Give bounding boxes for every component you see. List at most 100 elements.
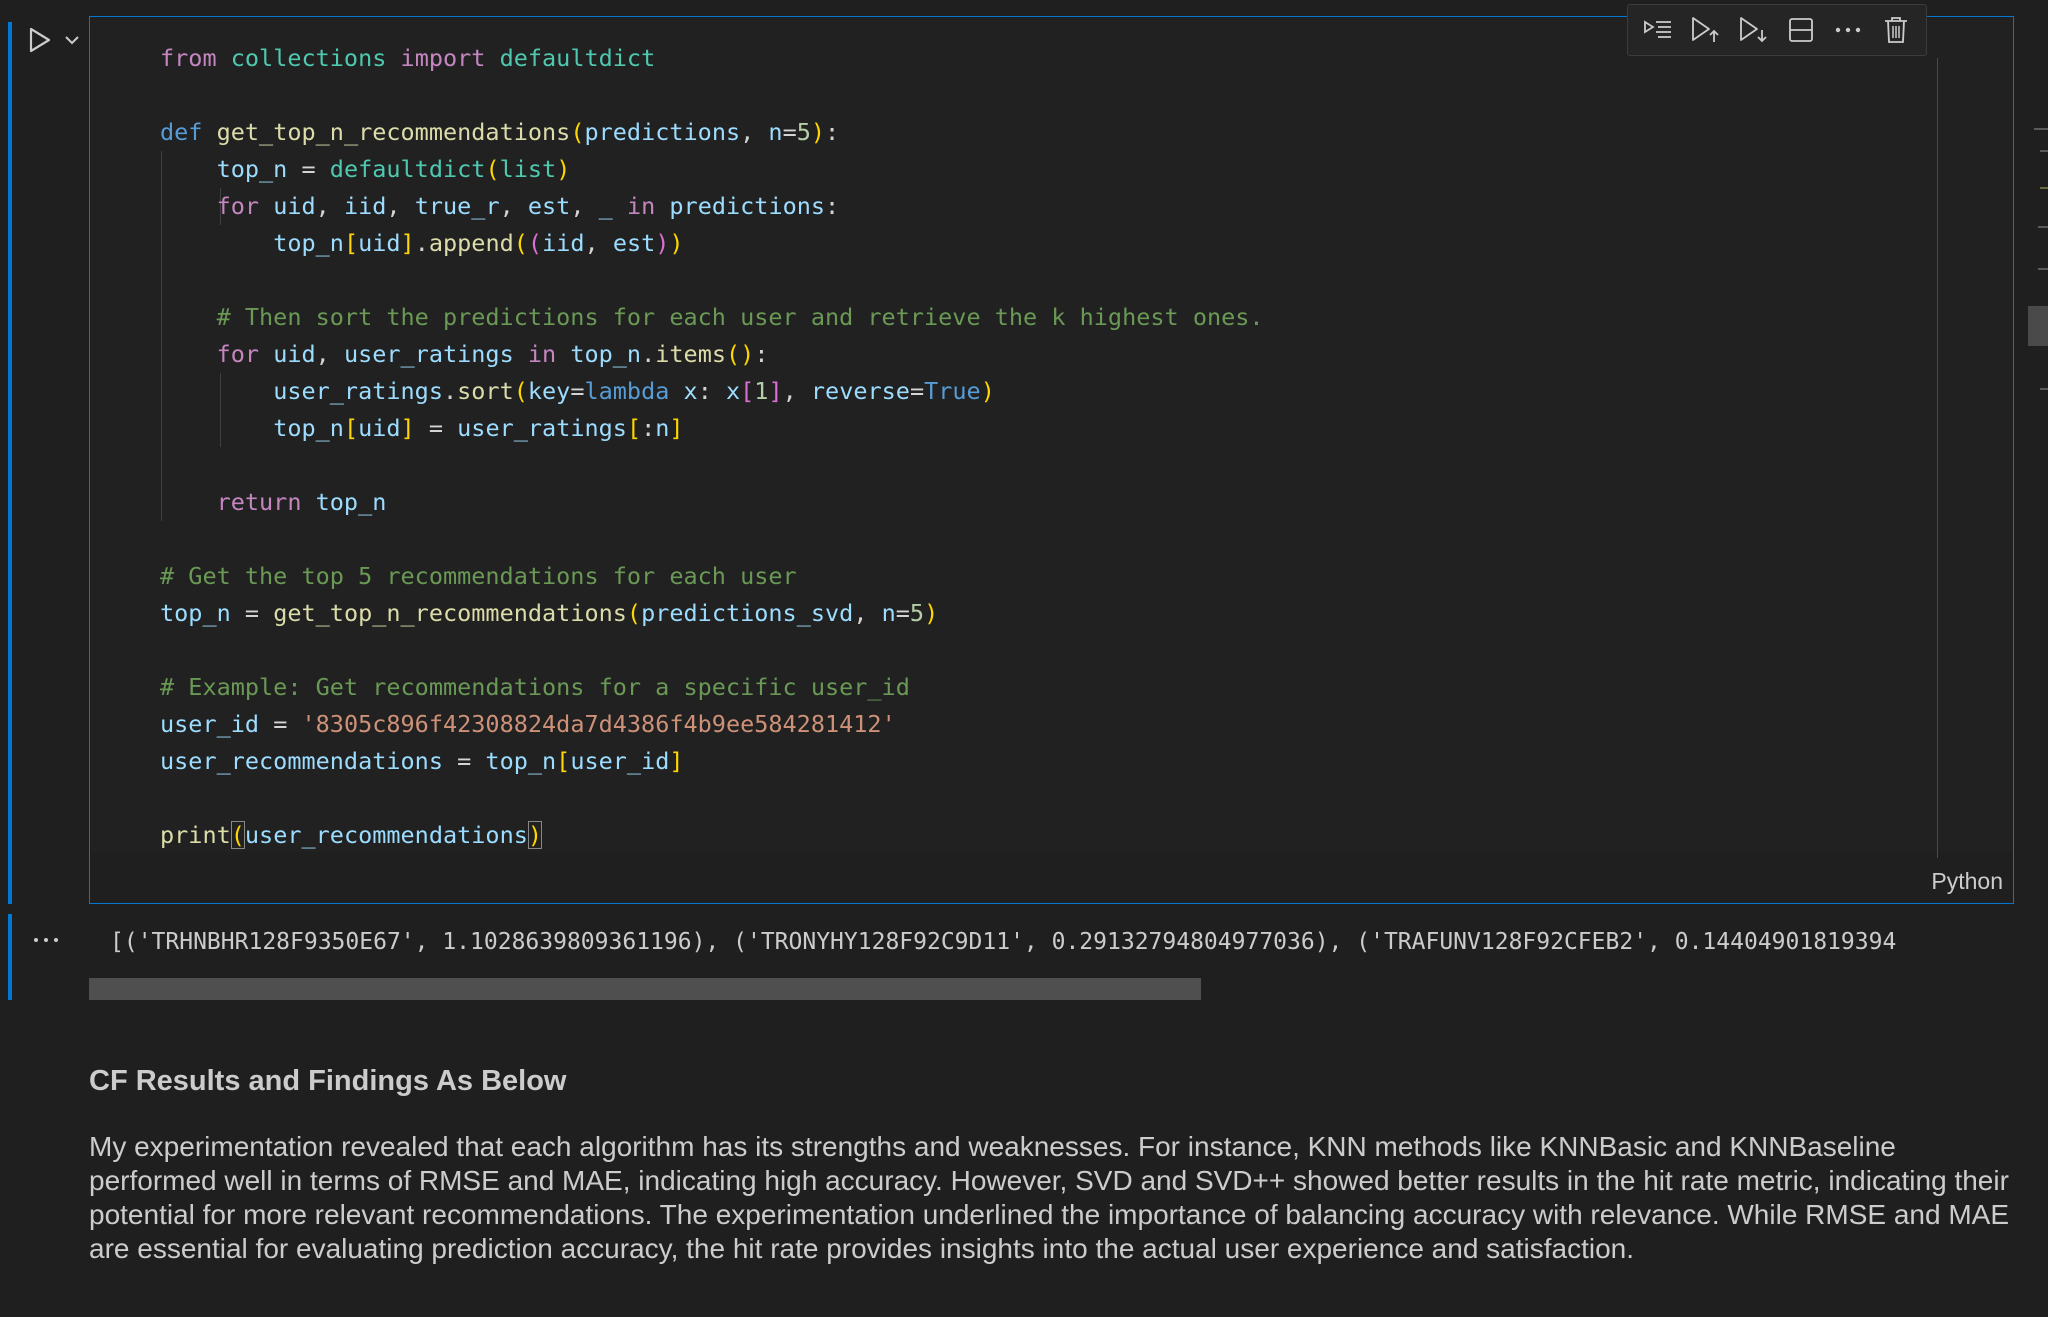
more-actions-button[interactable]: [1828, 10, 1868, 50]
code-token: 5: [796, 118, 811, 146]
overview-mark: [2040, 150, 2048, 152]
code-token: user_ratings: [343, 340, 514, 368]
code-token: 1: [754, 377, 769, 405]
code-line: print(user_recommendations): [160, 817, 1264, 854]
code-token: :: [754, 340, 769, 368]
output-scrollbar[interactable]: [89, 978, 2014, 1000]
code-token: ,: [584, 229, 613, 257]
code-token: user_recommendations: [244, 821, 528, 849]
code-token: def: [160, 118, 203, 146]
code-line: user_id = '8305c896f42308824da7d4386f4b9…: [160, 706, 1264, 743]
code-token: (: [726, 340, 741, 368]
code-token: # Example: Get recommendations for a spe…: [160, 673, 910, 701]
code-token: defaultdict: [499, 44, 656, 72]
code-token: in: [626, 192, 656, 220]
play-icon: [29, 27, 51, 53]
code-token: [: [740, 377, 755, 405]
code-token: # Then sort the predictions for each use…: [216, 303, 1264, 331]
code-token: =: [230, 599, 274, 627]
code-token: ,: [386, 192, 415, 220]
more-icon: [1836, 27, 1861, 33]
markdown-heading: CF Results and Findings As Below: [89, 1065, 567, 1097]
code-token: :: [697, 377, 726, 405]
code-token: (: [230, 821, 245, 849]
code-token: (: [485, 155, 500, 183]
code-token: ,: [315, 192, 344, 220]
code-token: =: [259, 710, 302, 738]
execute-above-icon: [1643, 20, 1671, 38]
code-line: from collections import defaultdict: [160, 40, 1264, 77]
code-token: predictions_svd: [641, 599, 854, 627]
code-token: in: [527, 340, 557, 368]
code-token: for: [216, 340, 260, 368]
code-token: append: [428, 229, 514, 257]
code-line: return top_n: [160, 484, 1264, 521]
run-below-button[interactable]: [1733, 10, 1773, 50]
code-line: top_n = get_top_n_recommendations(predic…: [160, 595, 1264, 632]
overview-scroll-thumb[interactable]: [2028, 306, 2048, 346]
code-token: ]: [669, 414, 684, 442]
code-token: x: [725, 377, 741, 405]
code-line: ​: [160, 632, 1264, 669]
code-token: =: [909, 377, 925, 405]
code-token: .: [641, 340, 656, 368]
code-token: 5: [909, 599, 925, 627]
code-token: =: [570, 377, 585, 405]
code-line: # Get the top 5 recommendations for each…: [160, 558, 1264, 595]
code-token: defaultdict: [329, 155, 486, 183]
code-editor[interactable]: from collections import defaultdict​def …: [91, 18, 2012, 858]
code-token: list: [499, 155, 557, 183]
code-token: return: [216, 488, 302, 516]
code-token: user_recommendations: [160, 747, 443, 775]
split-cell-button[interactable]: [1781, 10, 1821, 50]
code-token: n: [655, 414, 670, 442]
code-token: top_n: [570, 340, 642, 368]
delete-cell-button[interactable]: [1876, 10, 1916, 50]
code-token: uid: [358, 229, 401, 257]
code-cell[interactable]: from collections import defaultdict​def …: [89, 16, 2014, 904]
code-token: key: [527, 377, 571, 405]
code-content[interactable]: from collections import defaultdict​def …: [160, 40, 1264, 854]
run-cell-button[interactable]: [24, 24, 56, 56]
code-token: user_ratings: [457, 414, 627, 442]
code-token: ,: [740, 118, 769, 146]
language-selector[interactable]: Python: [1931, 868, 2003, 895]
code-line: top_n = defaultdict(list): [160, 151, 1264, 188]
code-token: =: [442, 747, 486, 775]
code-token: =: [895, 599, 910, 627]
code-token: x: [683, 377, 698, 405]
code-token: [: [343, 414, 359, 442]
code-token: n: [881, 599, 896, 627]
run-options-dropdown[interactable]: [60, 28, 84, 52]
cell-toolbar: [1627, 4, 1927, 56]
code-token: (: [513, 229, 528, 257]
code-token: uid: [358, 414, 401, 442]
code-token: get_top_n_recommendations: [216, 118, 571, 146]
code-token: ): [810, 118, 826, 146]
code-token: ): [740, 340, 755, 368]
code-line: ​: [160, 780, 1264, 817]
code-token: est: [612, 229, 656, 257]
code-token: _: [598, 192, 613, 220]
code-line: # Example: Get recommendations for a spe…: [160, 669, 1264, 706]
output-scrollbar-thumb[interactable]: [89, 978, 1201, 1000]
code-token: =: [287, 155, 330, 183]
run-above-button[interactable]: [1685, 10, 1725, 50]
code-token: import: [400, 44, 486, 72]
execute-above-button[interactable]: [1638, 10, 1678, 50]
editor-ruler: [1937, 58, 1938, 858]
output-actions-button[interactable]: [30, 927, 62, 953]
code-token: ,: [315, 340, 344, 368]
overview-mark: [2034, 128, 2048, 130]
